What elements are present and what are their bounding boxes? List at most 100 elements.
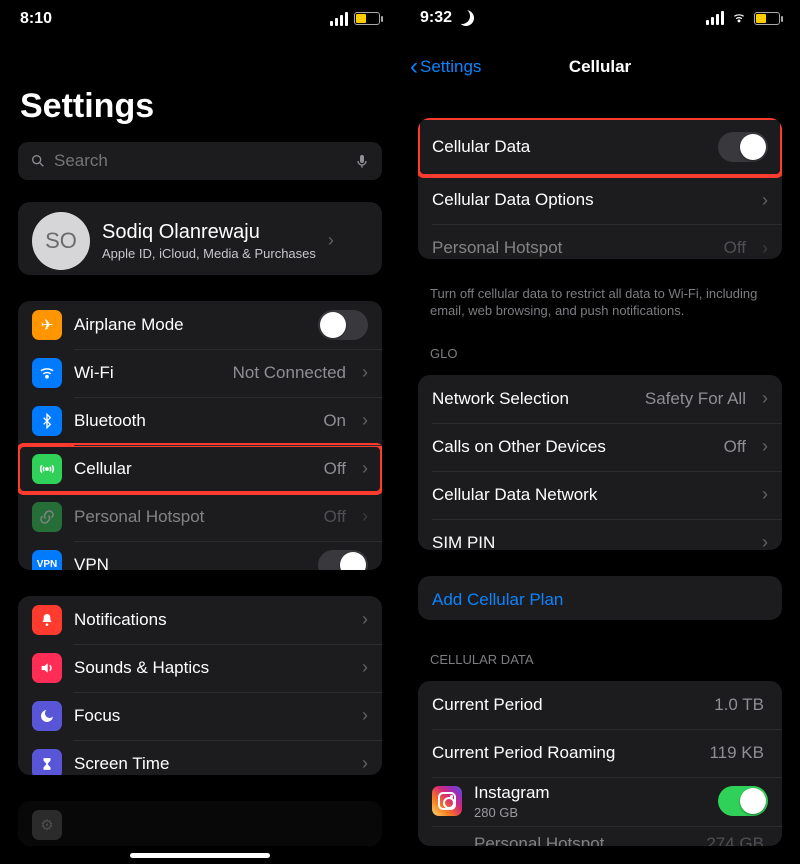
app-instagram-row[interactable]: Instagram 280 GB — [418, 777, 782, 826]
current-period-roaming-value: 119 KB — [709, 743, 764, 763]
hotspot-label: Personal Hotspot — [74, 507, 312, 527]
vpn-label: VPN — [74, 555, 306, 570]
cellular-data-group: Cellular Data Cellular Data Options › Pe… — [418, 118, 782, 258]
notifications-label: Notifications — [74, 610, 350, 630]
cellular-data-network-label: Cellular Data Network — [432, 485, 750, 505]
calls-other-devices-label: Calls on Other Devices — [432, 437, 712, 457]
chevron-right-icon: › — [762, 238, 768, 259]
profile-subtitle: Apple ID, iCloud, Media & Purchases — [102, 246, 316, 261]
home-indicator[interactable] — [130, 853, 270, 858]
personal-hotspot-usage-row: Personal Hotspot 274 GB — [418, 826, 782, 846]
battery-icon — [754, 12, 780, 25]
apple-id-row[interactable]: SO Sodiq Olanrewaju Apple ID, iCloud, Me… — [18, 202, 382, 275]
gear-icon: ⚙ — [32, 810, 62, 840]
link-icon — [32, 502, 62, 532]
airplane-mode-row[interactable]: ✈ Airplane Mode — [18, 301, 382, 349]
airplane-mode-switch[interactable] — [318, 310, 368, 340]
hotspot-usage-label: Personal Hotspot — [474, 834, 694, 846]
cellular-signal-icon — [706, 11, 724, 25]
app-usage: 280 GB — [474, 805, 706, 820]
profile-group: SO Sodiq Olanrewaju Apple ID, iCloud, Me… — [18, 202, 382, 275]
cellular-data-label: Cellular Data — [432, 137, 706, 157]
cellular-data-header: CELLULAR DATA — [400, 638, 800, 673]
bluetooth-label: Bluetooth — [74, 411, 311, 431]
clock: 9:32 — [420, 9, 452, 27]
sim-pin-row[interactable]: SIM PIN › — [418, 519, 782, 550]
wifi-status-icon — [730, 11, 748, 25]
vpn-icon: VPN — [32, 550, 62, 570]
chevron-right-icon: › — [362, 410, 368, 431]
dnd-moon-icon — [458, 10, 474, 26]
chevron-right-icon: › — [362, 458, 368, 479]
search-bar[interactable] — [18, 142, 382, 179]
clock: 8:10 — [20, 10, 52, 28]
hotspot-status: Off — [724, 238, 746, 258]
vpn-switch[interactable] — [318, 550, 368, 570]
sounds-row[interactable]: Sounds & Haptics › — [18, 644, 382, 692]
calls-other-devices-value: Off — [724, 437, 746, 457]
personal-hotspot-row[interactable]: Personal Hotspot Off › — [18, 493, 382, 541]
cellular-data-options-row[interactable]: Cellular Data Options › — [418, 176, 782, 224]
chevron-right-icon: › — [362, 705, 368, 726]
status-bar: 8:10 — [0, 0, 400, 37]
current-period-value: 1.0 TB — [714, 695, 764, 715]
add-cellular-plan-row[interactable]: Add Cellular Plan — [418, 576, 782, 620]
current-period-roaming-label: Current Period Roaming — [432, 743, 697, 763]
chevron-right-icon: › — [762, 532, 768, 550]
focus-row[interactable]: Focus › — [18, 692, 382, 740]
current-period-label: Current Period — [432, 695, 702, 715]
back-button[interactable]: ‹ Settings — [410, 55, 481, 79]
chevron-left-icon: ‹ — [410, 55, 418, 79]
status-bar: 9:32 — [400, 0, 800, 36]
calls-other-devices-row[interactable]: Calls on Other Devices Off › — [418, 423, 782, 471]
chevron-right-icon: › — [362, 657, 368, 678]
notifications-row[interactable]: Notifications › — [18, 596, 382, 644]
cellular-status: Off — [324, 459, 346, 479]
add-cellular-plan-label: Add Cellular Plan — [432, 590, 768, 610]
network-selection-value: Safety For All — [645, 389, 746, 409]
cellular-row[interactable]: Cellular Off › — [18, 445, 382, 493]
wifi-status: Not Connected — [233, 363, 346, 383]
hotspot-usage-value: 274 GB — [706, 834, 764, 846]
chevron-right-icon: › — [328, 230, 334, 251]
focus-label: Focus — [74, 706, 350, 726]
cellular-data-options-label: Cellular Data Options — [432, 190, 750, 210]
search-input[interactable] — [54, 151, 346, 171]
airplane-icon: ✈ — [32, 310, 62, 340]
carrier-group: Network Selection Safety For All › Calls… — [418, 375, 782, 550]
wifi-icon — [32, 358, 62, 388]
microphone-icon[interactable] — [354, 153, 370, 169]
hotspot-label: Personal Hotspot — [432, 238, 712, 258]
page-title: Settings — [0, 37, 400, 136]
cellular-signal-icon — [330, 12, 348, 26]
personal-hotspot-row[interactable]: Personal Hotspot Off › — [418, 224, 782, 258]
chevron-right-icon: › — [362, 609, 368, 630]
wifi-row[interactable]: Wi-Fi Not Connected › — [18, 349, 382, 397]
cellular-data-switch[interactable] — [718, 132, 768, 162]
cellular-data-network-row[interactable]: Cellular Data Network › — [418, 471, 782, 519]
app-cellular-switch[interactable] — [718, 786, 768, 816]
screen-time-row[interactable]: Screen Time › — [18, 740, 382, 775]
battery-icon — [354, 12, 380, 25]
nav-bar: ‹ Settings Cellular — [400, 46, 800, 86]
cellular-footer-text: Turn off cellular data to restrict all d… — [400, 277, 800, 332]
chevron-right-icon: › — [362, 506, 368, 527]
carrier-header: GLO — [400, 332, 800, 367]
chevron-right-icon: › — [762, 190, 768, 211]
instagram-icon — [432, 786, 462, 816]
vpn-row[interactable]: VPN VPN — [18, 541, 382, 570]
sounds-label: Sounds & Haptics — [74, 658, 350, 678]
network-selection-row[interactable]: Network Selection Safety For All › — [418, 375, 782, 423]
nav-title: Cellular — [569, 57, 631, 77]
cellular-screen: 9:32 ‹ Settings Cellular Cellular Data C… — [400, 0, 800, 864]
profile-name: Sodiq Olanrewaju — [102, 221, 316, 244]
settings-screen: 8:10 Settings SO Sodiq Olanrewaju Apple … — [0, 0, 400, 864]
cellular-data-row[interactable]: Cellular Data — [418, 118, 782, 176]
general-row[interactable]: ⚙ — [18, 801, 382, 846]
chevron-right-icon: › — [362, 362, 368, 383]
hourglass-icon — [32, 749, 62, 775]
bluetooth-row[interactable]: Bluetooth On › — [18, 397, 382, 445]
speaker-icon — [32, 653, 62, 683]
usage-group: Current Period 1.0 TB Current Period Roa… — [418, 681, 782, 846]
airplane-mode-label: Airplane Mode — [74, 315, 306, 335]
